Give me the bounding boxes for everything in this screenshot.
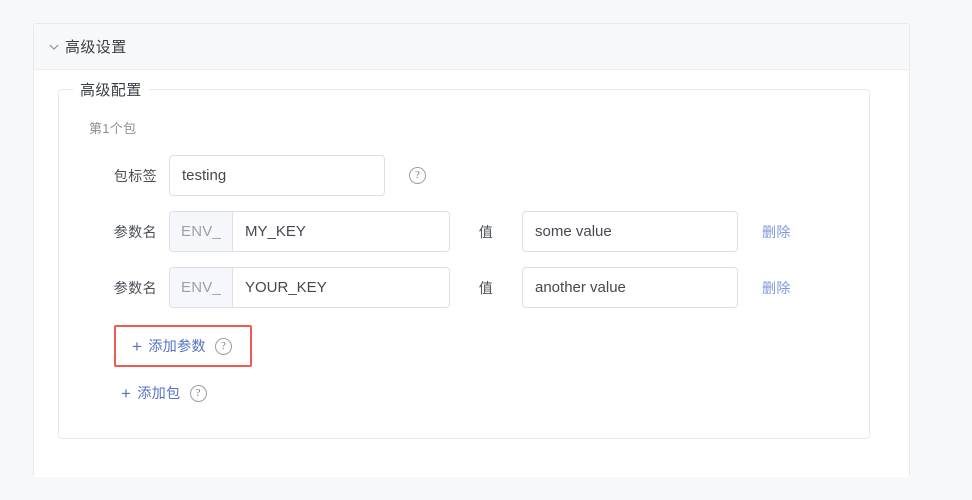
param-key-input[interactable]: YOUR_KEY [233,268,449,307]
param-value-input[interactable]: another value [522,267,738,308]
chevron-down-icon [48,41,60,53]
param-value-label: 值 [478,223,494,240]
param-key-input-group: ENV_ YOUR_KEY [169,267,450,308]
advanced-settings-body: 高级配置 第1个包 包标签 testing ? 参数名 ENV_ MY_KEY … [34,70,909,477]
page-title: 高级设置 [65,39,127,56]
param-key-input[interactable]: MY_KEY [233,212,449,251]
package-tag-input[interactable]: testing [169,155,385,196]
package-index-label: 第1个包 [89,121,137,136]
package-tag-help-icon[interactable]: ? [409,167,426,184]
package-tag-label: 包标签 [113,167,157,184]
param-value-input[interactable]: some value [522,211,738,252]
param-name-label: 参数名 [113,223,157,240]
advanced-settings-collapse-header[interactable]: 高级设置 [34,24,909,70]
add-package-help-icon[interactable]: ? [189,384,207,402]
param-name-label: 参数名 [113,279,157,296]
advanced-config-fieldset: 高级配置 第1个包 包标签 testing ? 参数名 ENV_ MY_KEY … [58,79,870,439]
package-tag-row: 包标签 testing ? [59,155,869,196]
param-value-label: 值 [478,279,494,296]
fieldset-legend: 高级配置 [73,79,149,100]
advanced-settings-card: 高级设置 高级配置 第1个包 包标签 testing ? 参数名 ENV_ MY… [33,23,910,477]
add-param-button[interactable]: + 添加参数 [132,336,206,356]
plus-icon: + [121,383,132,403]
param-prefix-addon: ENV_ [170,212,233,251]
add-param-label: 添加参数 [148,338,206,354]
param-row: 参数名 ENV_ YOUR_KEY 值 another value 删除 [59,267,869,308]
delete-param-link[interactable]: 删除 [762,278,791,298]
add-package-row: + 添加包 ? [121,383,207,403]
param-prefix-addon: ENV_ [170,268,233,307]
add-package-label: 添加包 [137,385,181,401]
param-row: 参数名 ENV_ MY_KEY 值 some value 删除 [59,211,869,252]
add-package-button[interactable]: + 添加包 [121,383,181,403]
delete-param-link[interactable]: 删除 [762,222,791,242]
plus-icon: + [132,336,143,356]
add-param-help-icon[interactable]: ? [214,337,232,355]
param-key-input-group: ENV_ MY_KEY [169,211,450,252]
add-param-highlight-box: + 添加参数 ? [114,325,252,367]
